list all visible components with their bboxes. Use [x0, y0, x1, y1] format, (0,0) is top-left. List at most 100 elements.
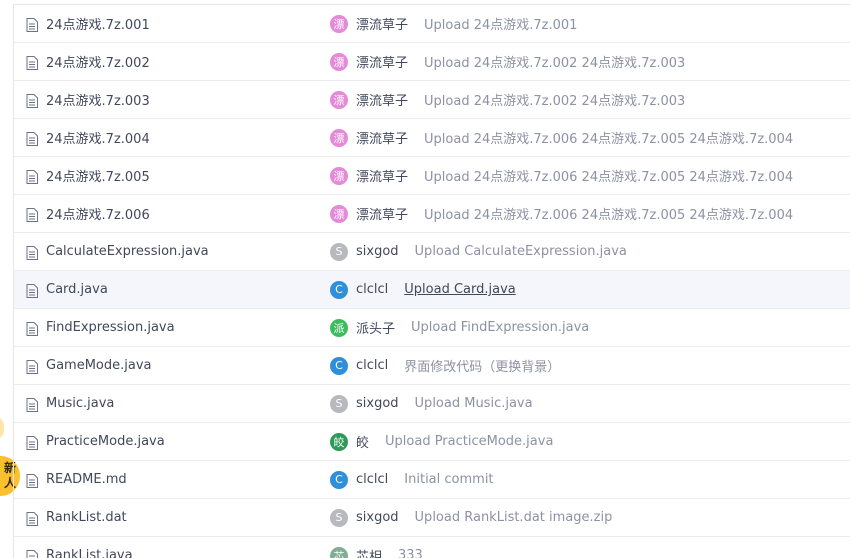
file-row[interactable]: 24点游戏.7z.001 漂漂流草子 Upload 24点游戏.7z.001: [14, 5, 850, 43]
commit-message-link[interactable]: Upload 24点游戏.7z.002 24点游戏.7z.003: [424, 90, 685, 109]
author-name[interactable]: 漂流草子: [356, 90, 408, 109]
commit-cell: Ssixgod Upload RankList.dat image.zip: [330, 499, 612, 536]
author-avatar[interactable]: 皎: [330, 432, 348, 451]
author-avatar[interactable]: 芯: [330, 546, 348, 558]
file-row[interactable]: 24点游戏.7z.006 漂漂流草子 Upload 24点游戏.7z.006 24点…: [14, 195, 850, 233]
author-name[interactable]: sixgod: [356, 396, 399, 411]
author-avatar[interactable]: 漂: [330, 90, 348, 109]
file-cell[interactable]: PracticeMode.java: [26, 423, 165, 460]
file-icon: [26, 511, 38, 526]
file-name-link[interactable]: 24点游戏.7z.003: [46, 90, 150, 109]
author-name[interactable]: 漂流草子: [356, 14, 408, 33]
file-row[interactable]: RankList.dat Ssixgod Upload RankList.dat i…: [14, 499, 850, 537]
author-avatar[interactable]: C: [330, 356, 348, 375]
commit-message-link[interactable]: Upload RankList.dat image.zip: [415, 510, 613, 525]
commit-message-link[interactable]: Upload PracticeMode.java: [385, 434, 553, 449]
file-name-link[interactable]: RankList.java: [46, 548, 133, 558]
file-cell[interactable]: GameMode.java: [26, 347, 152, 384]
author-name[interactable]: 芯相: [356, 546, 382, 558]
file-row[interactable]: Card.java Cclclcl Upload Card.java: [14, 271, 850, 309]
file-row[interactable]: 24点游戏.7z.005 漂漂流草子 Upload 24点游戏.7z.006 24点…: [14, 157, 850, 195]
file-cell[interactable]: README.md: [26, 461, 127, 498]
file-name-link[interactable]: README.md: [46, 472, 127, 487]
file-icon: [26, 397, 38, 412]
author-avatar[interactable]: 派: [330, 318, 348, 337]
author-name[interactable]: clclcl: [356, 358, 388, 373]
file-row[interactable]: 24点游戏.7z.003 漂漂流草子 Upload 24点游戏.7z.002 24点…: [14, 81, 850, 119]
author-avatar[interactable]: 漂: [330, 204, 348, 223]
file-row[interactable]: Music.java Ssixgod Upload Music.java: [14, 385, 850, 423]
file-cell[interactable]: 24点游戏.7z.006: [26, 195, 150, 232]
commit-message-link[interactable]: Upload CalculateExpression.java: [415, 244, 627, 259]
file-name-link[interactable]: 24点游戏.7z.001: [46, 14, 150, 33]
commit-cell: Ssixgod Upload Music.java: [330, 385, 533, 422]
file-name-link[interactable]: FindExpression.java: [46, 320, 175, 335]
author-name[interactable]: 漂流草子: [356, 52, 408, 71]
author-avatar[interactable]: 漂: [330, 128, 348, 147]
author-name[interactable]: clclcl: [356, 472, 388, 487]
file-row[interactable]: GameMode.java Cclclcl 界面修改代码（更换背景）: [14, 347, 850, 385]
file-name-link[interactable]: 24点游戏.7z.005: [46, 166, 150, 185]
file-name-link[interactable]: 24点游戏.7z.004: [46, 128, 150, 147]
file-row[interactable]: README.md Cclclcl Initial commit: [14, 461, 850, 499]
file-cell[interactable]: 24点游戏.7z.005: [26, 157, 150, 194]
file-cell[interactable]: 24点游戏.7z.002: [26, 43, 150, 80]
author-name[interactable]: 派头子: [356, 318, 395, 337]
file-cell[interactable]: RankList.dat: [26, 499, 127, 536]
file-cell[interactable]: CalculateExpression.java: [26, 233, 209, 270]
file-row[interactable]: PracticeMode.java 皎皎 Upload PracticeMode.j…: [14, 423, 850, 461]
author-avatar[interactable]: 漂: [330, 52, 348, 71]
author-avatar[interactable]: S: [330, 242, 348, 261]
file-cell[interactable]: 24点游戏.7z.004: [26, 119, 150, 156]
commit-cell: 皎皎 Upload PracticeMode.java: [330, 423, 553, 460]
commit-message-link[interactable]: 333: [398, 548, 423, 558]
author-avatar[interactable]: C: [330, 470, 348, 489]
file-row[interactable]: RankList.java 芯芯相 333: [14, 537, 850, 558]
file-name-link[interactable]: CalculateExpression.java: [46, 244, 209, 259]
side-widget-tab[interactable]: [0, 416, 4, 440]
file-name-link[interactable]: Card.java: [46, 282, 108, 297]
commit-message-link[interactable]: Upload 24点游戏.7z.006 24点游戏.7z.005 24点游戏.7…: [424, 204, 793, 223]
file-icon: [26, 435, 38, 450]
author-name[interactable]: 漂流草子: [356, 204, 408, 223]
commit-message-link[interactable]: Upload 24点游戏.7z.001: [424, 14, 577, 33]
author-name[interactable]: 皎: [356, 432, 369, 451]
author-avatar[interactable]: 漂: [330, 166, 348, 185]
file-name-link[interactable]: Music.java: [46, 396, 114, 411]
file-cell[interactable]: FindExpression.java: [26, 309, 175, 346]
file-row[interactable]: 24点游戏.7z.004 漂漂流草子 Upload 24点游戏.7z.006 24点…: [14, 119, 850, 157]
file-row[interactable]: 24点游戏.7z.002 漂漂流草子 Upload 24点游戏.7z.002 24点…: [14, 43, 850, 81]
author-name[interactable]: 漂流草子: [356, 166, 408, 185]
author-avatar[interactable]: 漂: [330, 14, 348, 33]
file-row[interactable]: FindExpression.java 派派头子 Upload FindExpres…: [14, 309, 850, 347]
commit-message-link[interactable]: Upload 24点游戏.7z.006 24点游戏.7z.005 24点游戏.7…: [424, 128, 793, 147]
commit-message-link[interactable]: Upload FindExpression.java: [411, 320, 589, 335]
file-name-link[interactable]: 24点游戏.7z.006: [46, 204, 150, 223]
commit-message-link[interactable]: Upload Music.java: [415, 396, 533, 411]
file-cell[interactable]: Card.java: [26, 271, 108, 308]
repo-file-list-page: 新 人 24点游戏.7z.001 漂漂流草子 Upload 24点游戏.7z.001…: [0, 0, 850, 558]
commit-message-link[interactable]: Upload 24点游戏.7z.006 24点游戏.7z.005 24点游戏.7…: [424, 166, 793, 185]
author-avatar[interactable]: C: [330, 280, 348, 299]
author-avatar[interactable]: S: [330, 394, 348, 413]
file-name-link[interactable]: PracticeMode.java: [46, 434, 165, 449]
file-cell[interactable]: 24点游戏.7z.003: [26, 81, 150, 118]
author-name[interactable]: 漂流草子: [356, 128, 408, 147]
file-cell[interactable]: 24点游戏.7z.001: [26, 5, 150, 42]
commit-message-link[interactable]: Initial commit: [404, 472, 493, 487]
author-name[interactable]: sixgod: [356, 244, 399, 259]
file-icon: [26, 283, 38, 298]
file-name-link[interactable]: RankList.dat: [46, 510, 127, 525]
file-cell[interactable]: Music.java: [26, 385, 114, 422]
file-cell[interactable]: RankList.java: [26, 537, 133, 558]
commit-message-link[interactable]: Upload Card.java: [404, 282, 515, 297]
commit-message-link[interactable]: Upload 24点游戏.7z.002 24点游戏.7z.003: [424, 52, 685, 71]
file-row[interactable]: CalculateExpression.java Ssixgod Upload Ca…: [14, 233, 850, 271]
file-icon: [26, 321, 38, 336]
file-name-link[interactable]: GameMode.java: [46, 358, 152, 373]
author-name[interactable]: clclcl: [356, 282, 388, 297]
author-avatar[interactable]: S: [330, 508, 348, 527]
author-name[interactable]: sixgod: [356, 510, 399, 525]
commit-message-link[interactable]: 界面修改代码（更换背景）: [404, 356, 560, 375]
file-name-link[interactable]: 24点游戏.7z.002: [46, 52, 150, 71]
